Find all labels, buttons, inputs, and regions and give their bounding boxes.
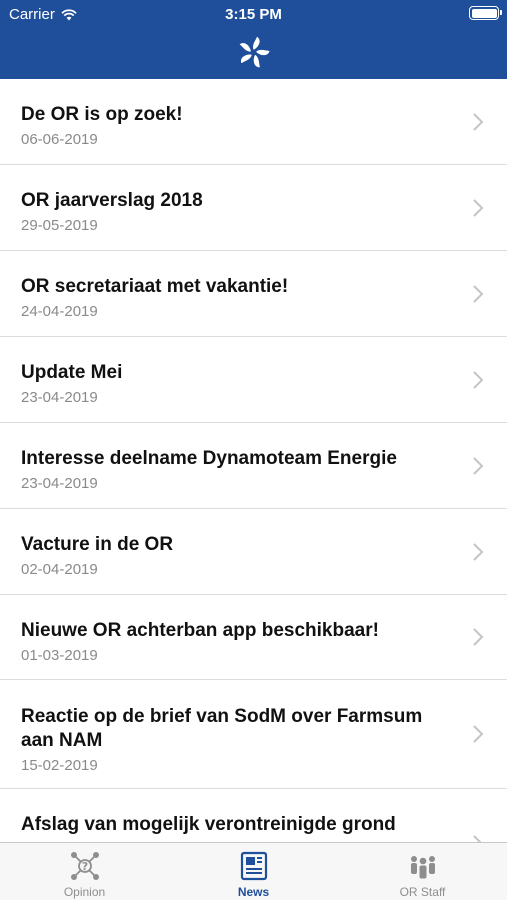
news-row[interactable]: OR secretariaat met vakantie! 24-04-2019 <box>0 251 507 337</box>
chevron-right-icon <box>473 456 484 475</box>
tab-news[interactable]: News <box>169 843 338 900</box>
news-date: 15-02-2019 <box>21 757 98 774</box>
news-row[interactable]: OR jaarverslag 2018 29-05-2019 <box>0 165 507 251</box>
chevron-right-icon <box>473 370 484 389</box>
tab-opinion[interactable]: ? Opinion <box>0 843 169 900</box>
news-row[interactable]: Vacture in de OR 02-04-2019 <box>0 509 507 595</box>
news-row[interactable]: Afslag van mogelijk verontreinigde grond <box>0 789 507 842</box>
status-time: 3:15 PM <box>225 6 282 23</box>
news-title: De OR is op zoek! <box>21 104 183 125</box>
news-title: Update Mei <box>21 362 123 383</box>
news-date: 06-06-2019 <box>21 131 98 148</box>
news-title: Interesse deelname Dynamoteam Energie <box>21 448 397 469</box>
tab-label: Opinion <box>63 885 106 899</box>
news-title: OR secretariaat met vakantie! <box>21 276 289 297</box>
tab-or-staff[interactable]: OR Staff <box>338 843 507 900</box>
chevron-right-icon <box>473 628 484 646</box>
news-title: OR jaarverslag 2018 <box>21 190 203 211</box>
navigation-bar: Carrier 3:15 PM <box>0 0 507 79</box>
company-logo-icon <box>239 36 270 68</box>
chevron-right-icon <box>473 834 482 842</box>
battery-icon <box>469 6 502 20</box>
chevron-right-icon <box>473 542 484 561</box>
news-date: 29-05-2019 <box>21 217 98 234</box>
news-title: Nieuwe OR achterban app beschikbaar! <box>21 620 379 641</box>
news-title: Afslag van mogelijk verontreinigde grond <box>21 814 396 835</box>
news-date: 24-04-2019 <box>21 303 98 320</box>
people-icon <box>410 856 435 879</box>
news-row[interactable]: Update Mei 23-04-2019 <box>0 337 507 423</box>
news-row[interactable]: De OR is op zoek! 06-06-2019 <box>0 79 507 165</box>
newspaper-icon <box>240 851 267 881</box>
chevron-right-icon <box>473 112 484 131</box>
chevron-right-icon <box>473 725 484 743</box>
news-title: Vacture in de OR <box>21 534 174 555</box>
news-date: 02-04-2019 <box>21 561 98 578</box>
chevron-right-icon <box>473 284 484 303</box>
svg-text:?: ? <box>81 860 87 873</box>
tab-label: OR Staff <box>399 885 446 899</box>
news-date: 23-04-2019 <box>21 389 98 406</box>
tab-label: News <box>237 885 270 899</box>
news-row[interactable]: Reactie op de brief van SodM over Farmsu… <box>0 680 507 789</box>
news-date: 01-03-2019 <box>21 647 98 664</box>
opinion-network-icon: ? <box>70 852 99 880</box>
news-title: Reactie op de brief van SodM over Farmsu… <box>21 706 423 751</box>
news-row[interactable]: Interesse deelname Dynamoteam Energie 23… <box>0 423 507 509</box>
chevron-right-icon <box>473 198 484 217</box>
news-row[interactable]: Nieuwe OR achterban app beschikbaar! 01-… <box>0 595 507 680</box>
status-bar: Carrier 3:15 PM <box>0 0 507 28</box>
news-date: 23-04-2019 <box>21 475 98 492</box>
tab-bar: ? Opinion News OR Staff <box>0 842 507 900</box>
news-list: De OR is op zoek! 06-06-2019 OR jaarvers… <box>0 79 507 842</box>
